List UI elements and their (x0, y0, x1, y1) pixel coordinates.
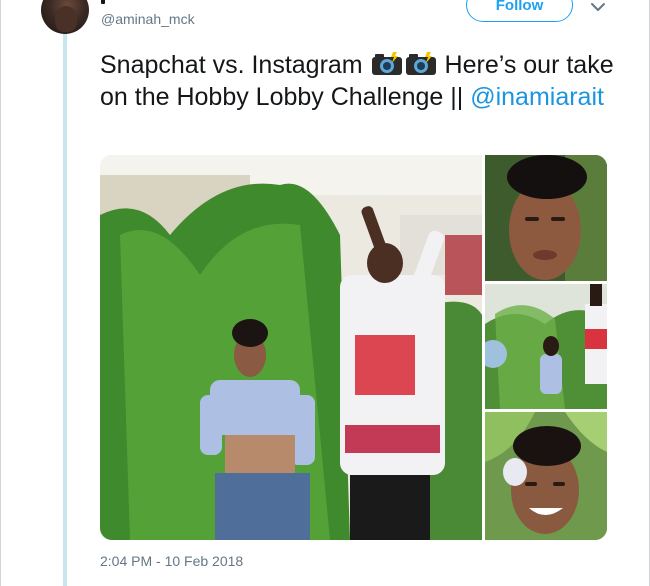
display-name[interactable] (101, 0, 105, 4)
media-grid (100, 155, 607, 540)
username[interactable]: @aminah_mck (101, 11, 195, 27)
tweet-text: Snapchat vs. Instagram Here’s our take o… (100, 49, 620, 113)
photo-aisle-scene[interactable] (485, 284, 607, 409)
tweet-timestamp[interactable]: 2:04 PM - 10 Feb 2018 (100, 553, 243, 569)
photo-aisle-illustration (485, 284, 607, 409)
chevron-down-icon[interactable] (590, 0, 606, 14)
camera-with-flash-emoji (371, 52, 402, 75)
photo-smiling-portrait[interactable] (485, 412, 607, 540)
mention-link[interactable]: @inamiarait (470, 83, 604, 111)
thread-connector-line (63, 34, 67, 586)
camera-with-flash-emoji (405, 52, 436, 75)
photo-main[interactable] (100, 155, 482, 540)
photo-smiling-illustration (485, 412, 607, 540)
window-border-left (0, 0, 1, 586)
follow-button[interactable]: Follow (466, 0, 573, 22)
photo-portrait-closeup[interactable] (485, 155, 607, 281)
user-avatar[interactable] (41, 0, 89, 34)
photo-main-illustration (100, 155, 482, 540)
tweet-text-part1: Snapchat vs. Instagram (100, 51, 363, 79)
photo-portrait-illustration (485, 155, 607, 281)
